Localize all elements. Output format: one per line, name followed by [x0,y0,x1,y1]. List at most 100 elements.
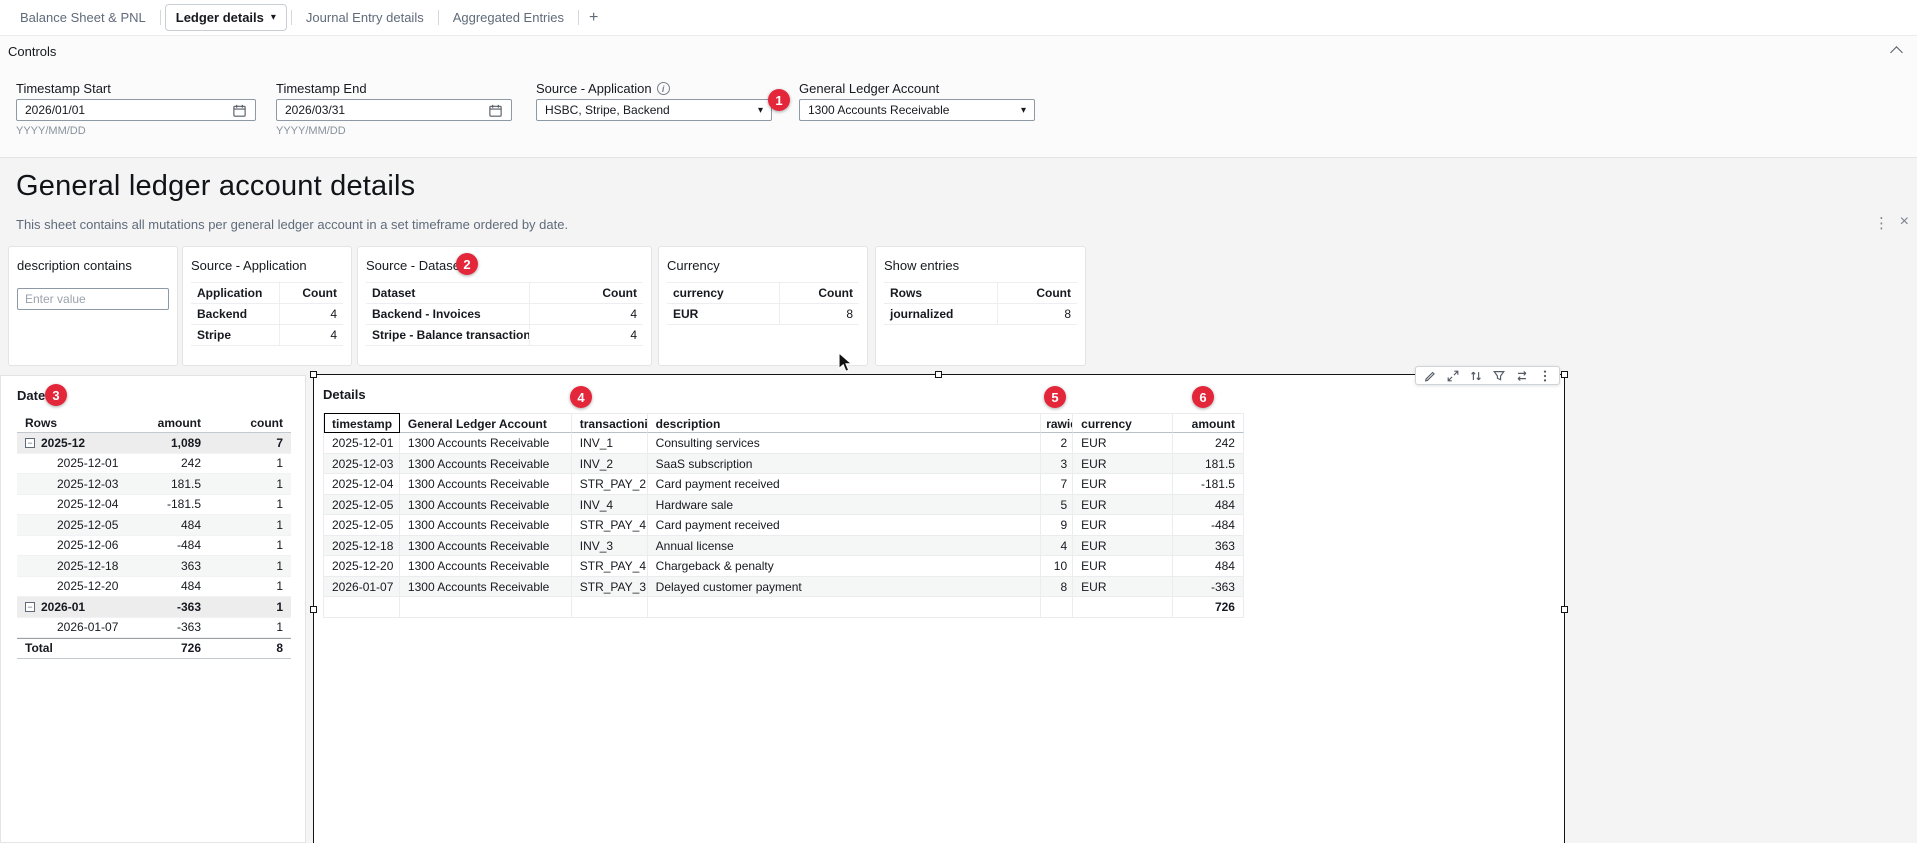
date-row-amount: 1,089 [128,436,209,450]
date-pivot-table: Rows amount count −2025-121,08972025-12-… [17,413,291,659]
details-table-row[interactable]: 2026-01-071300 Accounts ReceivableSTR_PA… [324,577,1244,598]
column-header-rows[interactable]: Rows [17,416,128,430]
sort-icon[interactable] [1469,369,1483,383]
date-pivot-visual[interactable]: Date Rows amount count −2025-121,0897202… [0,375,306,843]
add-sheet-button[interactable]: + [579,3,608,33]
drill-swap-icon[interactable] [1515,369,1529,383]
date-row-label: 2025-12-01 [17,456,128,470]
date-row-count: 1 [209,620,291,634]
date-row-amount: 242 [128,456,209,470]
details-table-row[interactable]: 2025-12-051300 Accounts ReceivableSTR_PA… [324,515,1244,536]
details-table-row[interactable]: 2025-12-051300 Accounts ReceivableINV_4H… [324,495,1244,516]
tab-aggregated-entries[interactable]: Aggregated Entries [439,4,578,31]
cell-currency: EUR [1073,433,1173,454]
date-row-detail[interactable]: 2025-12-204841 [17,577,291,598]
details-table-row[interactable]: 2025-12-031300 Accounts ReceivableINV_2S… [324,454,1244,475]
date-row-group[interactable]: −2025-121,0897 [17,433,291,454]
column-header-account[interactable]: General Ledger Account [400,413,572,433]
filter-option-row[interactable]: journalized8 [884,303,1077,324]
resize-handle[interactable] [1561,371,1568,378]
column-header-amount[interactable]: amount [1173,413,1244,433]
date-row-amount: -363 [128,620,209,634]
column-header-rawid[interactable]: rawid [1041,413,1073,433]
date-row-detail[interactable]: 2026-01-07-3631 [17,618,291,639]
filter-option-row[interactable]: Backend4 [191,303,343,324]
details-table-row[interactable]: 2025-12-041300 Accounts ReceivableSTR_PA… [324,474,1244,495]
details-total-row: 726 [324,597,1244,618]
calendar-icon[interactable] [488,103,503,118]
column-header-currency[interactable]: currency [1073,413,1173,433]
resize-handle[interactable] [310,371,317,378]
date-row-detail[interactable]: 2025-12-04-181.51 [17,495,291,516]
cell-transactionid: STR_PAY_3 [572,577,648,598]
close-icon[interactable]: × [1900,213,1909,231]
filter-option-row[interactable]: Stripe - Balance transactions4 [366,324,643,345]
details-visual-title: Details [323,387,366,402]
collapse-icon[interactable]: − [25,602,35,612]
column-header-description[interactable]: description [648,413,1042,433]
tab-journal-entry-details[interactable]: Journal Entry details [292,4,438,31]
date-row-detail[interactable]: 2025-12-183631 [17,556,291,577]
cell-description: SaaS subscription [648,454,1042,475]
filter-option-row[interactable]: Backend - Invoices4 [366,303,643,324]
filter-option-count: 8 [780,304,859,324]
column-header-timestamp[interactable]: timestamp [324,413,400,433]
filter-option-label: journalized [884,304,998,324]
column-header-transactionid[interactable]: transactionid [572,413,648,433]
resize-handle[interactable] [1561,606,1568,613]
filter-option-row[interactable]: EUR8 [667,303,859,324]
chevron-up-icon[interactable] [1890,46,1903,59]
annotation-badge-4: 4 [570,386,592,408]
tab-label: Ledger details [176,10,264,25]
cell-currency: EUR [1073,474,1173,495]
empty-cell [324,597,400,618]
empty-cell [1073,597,1173,618]
timestamp-start-input[interactable]: 2026/01/01 [16,99,256,121]
date-row-amount: 484 [128,579,209,593]
column-header-amount[interactable]: amount [128,416,209,430]
date-row-detail[interactable]: 2025-12-054841 [17,515,291,536]
filter-option-row[interactable]: Stripe4 [191,324,343,345]
details-table-row[interactable]: 2025-12-011300 Accounts ReceivableINV_1C… [324,433,1244,454]
filter-card-source-dataset: Source - Dataset Dataset Count Backend -… [357,246,652,366]
general-ledger-account-dropdown[interactable]: 1300 Accounts Receivable ▾ [799,99,1035,121]
collapse-icon[interactable]: − [25,438,35,448]
input-value: 2026/01/01 [25,103,85,117]
calendar-icon[interactable] [232,103,247,118]
cell-amount: -484 [1173,515,1244,536]
column-header-count[interactable]: count [209,416,291,430]
tab-balance-sheet-pnl[interactable]: Balance Sheet & PNL [6,4,160,31]
info-icon[interactable]: i [657,82,670,95]
resize-handle[interactable] [935,371,942,378]
maximize-icon[interactable] [1446,369,1460,383]
date-format-hint: YYYY/MM/DD [276,125,346,137]
filter-col-header: Count [780,283,859,303]
source-application-dropdown[interactable]: HSBC, Stripe, Backend ▾ [536,99,772,121]
date-row-label: 2025-12-06 [17,538,128,552]
date-row-detail[interactable]: 2025-12-06-4841 [17,536,291,557]
cell-rawid: 2 [1041,433,1073,454]
tab-ledger-details[interactable]: Ledger details ▾ [165,4,287,31]
cell-rawid: 8 [1041,577,1073,598]
sheet-menu-icon[interactable]: ⋮ [1874,214,1889,232]
resize-handle[interactable] [310,606,317,613]
menu-options-icon[interactable] [1538,369,1552,383]
cell-description: Card payment received [648,515,1042,536]
controls-title: Controls [8,44,56,59]
filter-card-title: Source - Dataset [358,247,651,282]
cell-account: 1300 Accounts Receivable [400,495,572,516]
description-filter-input[interactable] [17,288,169,310]
date-row-total[interactable]: Total7268 [17,638,291,659]
chevron-down-icon: ▾ [758,105,763,116]
date-row-group[interactable]: −2026-01-3631 [17,597,291,618]
filter-icon[interactable] [1492,369,1506,383]
date-row-detail[interactable]: 2025-12-03181.51 [17,474,291,495]
details-table-visual[interactable]: Details timestamp General Ledger Account… [313,374,1565,843]
timestamp-end-input[interactable]: 2026/03/31 [276,99,512,121]
details-table-row[interactable]: 2025-12-181300 Accounts ReceivableINV_3A… [324,536,1244,557]
date-row-detail[interactable]: 2025-12-012421 [17,454,291,475]
date-row-label: 2025-12-18 [17,559,128,573]
filter-card-title: description contains [9,247,177,282]
details-table-row[interactable]: 2025-12-201300 Accounts ReceivableSTR_PA… [324,556,1244,577]
format-visual-icon[interactable] [1423,369,1437,383]
